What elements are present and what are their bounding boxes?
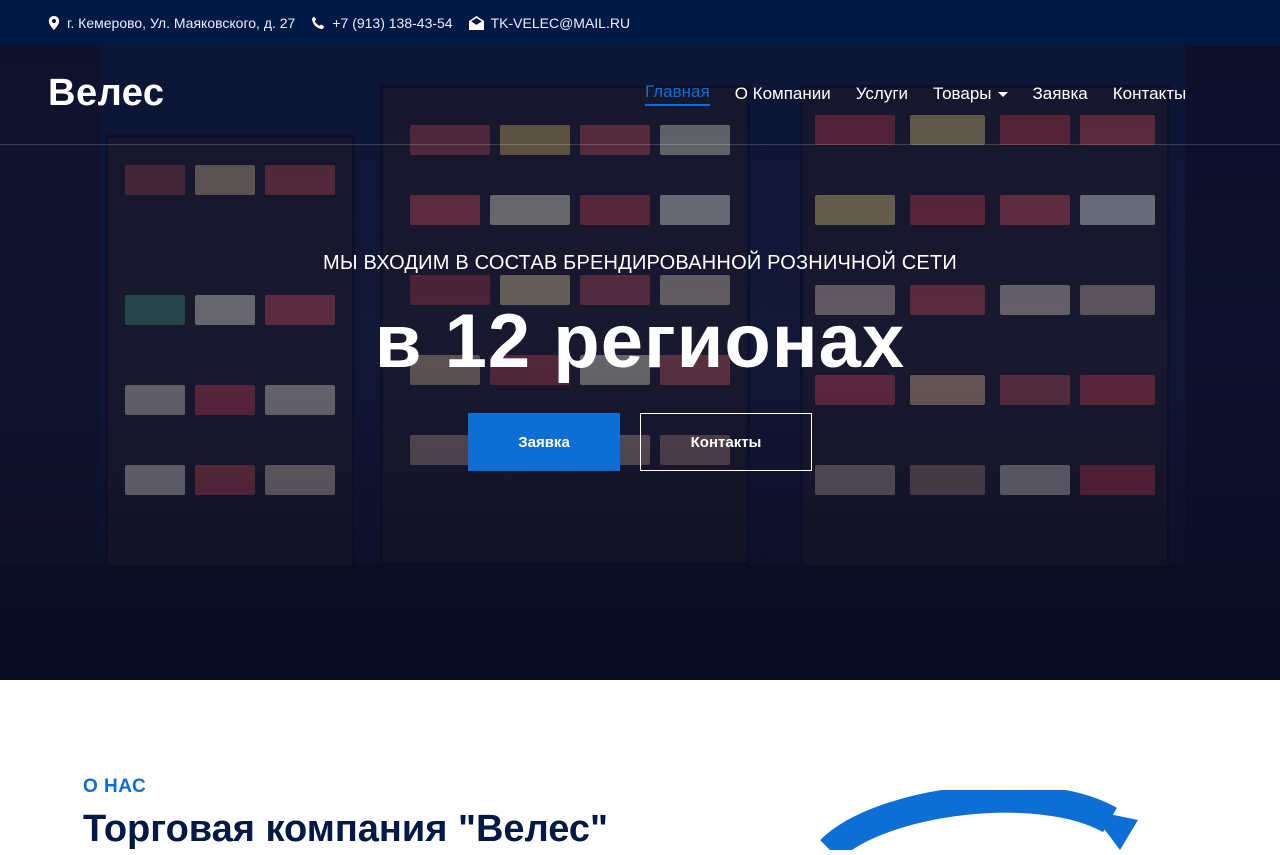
phone-item[interactable]: +7 (913) 138-43-54: [311, 15, 453, 31]
request-button[interactable]: Заявка: [468, 413, 620, 471]
about-kicker: О НАС: [83, 776, 147, 797]
top-info-bar: г. Кемерово, Ул. Маяковского, д. 27 +7 (…: [0, 0, 1280, 45]
about-title: Торговая компания "Велес": [83, 808, 608, 850]
address-text: г. Кемерово, Ул. Маяковского, д. 27: [67, 14, 296, 31]
header-divider: [0, 144, 1280, 145]
nav-item-contacts[interactable]: Контакты: [1113, 82, 1186, 106]
email-text[interactable]: TK-VELEC@MAIL.RU: [491, 15, 630, 31]
envelope-open-icon: [468, 15, 484, 30]
caret-down-icon: [997, 91, 1008, 97]
nav-item-services[interactable]: Услуги: [856, 82, 908, 106]
nav-item-company[interactable]: О Компании: [735, 82, 831, 106]
nav-item-home[interactable]: Главная: [645, 82, 710, 106]
nav-item-label: О Компании: [734, 84, 831, 103]
main-nav: Главная О Компании Услуги Товары Заявка …: [645, 82, 1186, 106]
nav-item-label: Товары: [933, 84, 992, 103]
site-logo[interactable]: Велес: [48, 72, 164, 115]
address-item: г. Кемерово, Ул. Маяковского, д. 27: [48, 15, 295, 31]
email-item[interactable]: TK-VELEC@MAIL.RU: [468, 15, 630, 31]
nav-item-products[interactable]: Товары: [933, 82, 1008, 106]
hero-subtitle: МЫ ВХОДИМ В СОСТАВ БРЕНДИРОВАННОЙ РОЗНИЧ…: [323, 252, 957, 274]
nav-item-label: Контакты: [1112, 84, 1187, 103]
nav-item-label: Заявка: [1032, 84, 1088, 103]
hero-title: в 12 регионах: [374, 299, 906, 384]
circular-arrow-graphic: [820, 784, 1150, 855]
map-pin-icon: [48, 15, 60, 30]
nav-item-request[interactable]: Заявка: [1033, 82, 1088, 106]
phone-icon: [311, 16, 325, 30]
nav-item-label: Услуги: [855, 84, 909, 103]
contacts-button[interactable]: Контакты: [640, 413, 812, 471]
nav-item-label: Главная: [645, 82, 710, 101]
phone-text[interactable]: +7 (913) 138-43-54: [332, 15, 452, 31]
